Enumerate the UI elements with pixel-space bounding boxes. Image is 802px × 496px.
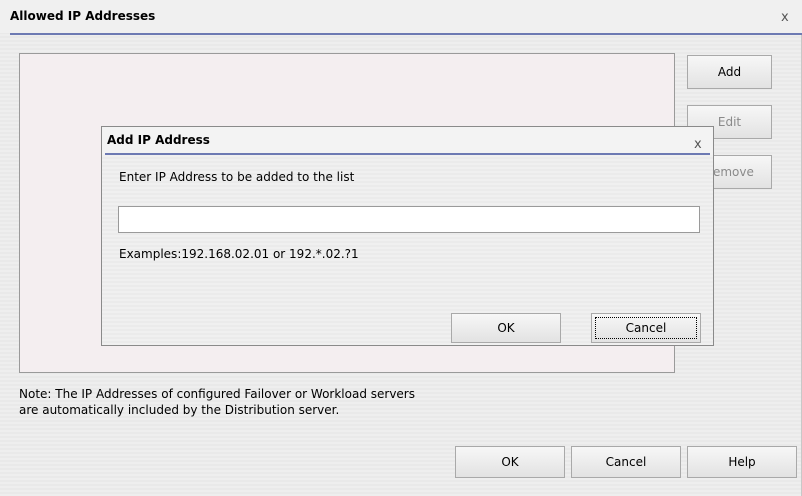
ip-prompt-label: Enter IP Address to be added to the list	[119, 170, 355, 184]
main-dialog-title: Allowed IP Addresses	[10, 9, 156, 23]
add-ip-ok-label: OK	[497, 321, 515, 335]
help-button[interactable]: Help	[687, 446, 797, 478]
examples-text: Examples:192.168.02.01 or 192.*.02.?1	[119, 247, 359, 261]
add-ip-cancel-label: Cancel	[625, 321, 667, 335]
title-divider	[10, 33, 802, 35]
add-ip-ok-button[interactable]: OK	[451, 313, 561, 343]
main-titlebar: Allowed IP Addresses x	[0, 0, 802, 33]
add-ip-address-dialog: Add IP Address x Enter IP Address to be …	[101, 126, 714, 346]
ok-button[interactable]: OK	[455, 446, 565, 478]
close-icon[interactable]: x	[694, 138, 702, 151]
cancel-button[interactable]: Cancel	[571, 446, 681, 478]
sub-title-divider	[105, 153, 710, 155]
note-line-1: Note: The IP Addresses of configured Fai…	[19, 387, 415, 401]
close-icon[interactable]: x	[781, 11, 789, 24]
add-button[interactable]: Add	[687, 55, 772, 89]
ip-address-input[interactable]	[118, 206, 700, 233]
sub-dialog-title: Add IP Address	[107, 133, 210, 147]
sub-titlebar: Add IP Address x	[102, 127, 713, 155]
add-ip-cancel-button[interactable]: Cancel	[591, 313, 701, 343]
note-line-2: are automatically included by the Distri…	[19, 403, 340, 417]
note-text: Note: The IP Addresses of configured Fai…	[19, 386, 415, 418]
